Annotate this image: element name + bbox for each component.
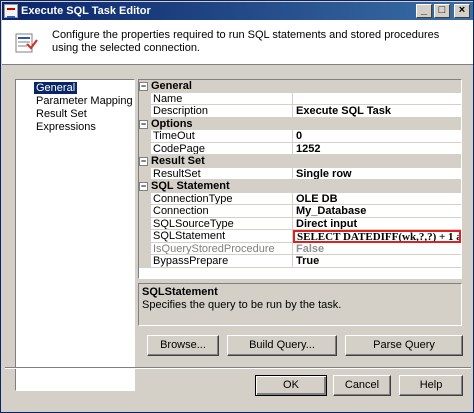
property-row-connectiontype[interactable]: ConnectionType OLE DB: [139, 192, 461, 205]
property-name: Connection: [151, 205, 293, 218]
nav-item-label: Expressions: [36, 121, 96, 133]
property-row-isquerystoredprocedure: IsQueryStoredProcedure False: [139, 242, 461, 255]
property-value[interactable]: [293, 93, 461, 105]
property-value[interactable]: OLE DB: [293, 193, 461, 205]
property-row-description[interactable]: Description Execute SQL Task: [139, 105, 461, 118]
category-options[interactable]: − Options: [139, 117, 461, 130]
nav-item-expressions[interactable]: Expressions: [16, 121, 134, 134]
category-label: Result Set: [151, 155, 205, 167]
property-name: ResultSet: [151, 167, 293, 180]
property-row-resultset[interactable]: ResultSet Single row: [139, 167, 461, 180]
collapse-icon[interactable]: −: [139, 82, 148, 91]
property-value[interactable]: Single row: [293, 168, 461, 180]
category-label: SQL Statement: [151, 180, 230, 192]
property-row-codepage[interactable]: CodePage 1252: [139, 142, 461, 155]
property-value[interactable]: 0: [293, 130, 461, 143]
property-name: SQLStatement: [151, 230, 293, 243]
nav-item-result-set[interactable]: Result Set: [16, 108, 134, 121]
property-name: BypassPrepare: [151, 255, 293, 268]
property-name: TimeOut: [151, 130, 293, 143]
category-label: General: [151, 80, 192, 92]
minimize-button[interactable]: _: [416, 4, 432, 18]
property-name: CodePage: [151, 142, 293, 155]
property-name: SQLSourceType: [151, 217, 293, 230]
property-value[interactable]: My_Database: [293, 205, 461, 218]
ok-button[interactable]: OK: [255, 375, 327, 396]
collapse-icon[interactable]: −: [139, 119, 148, 129]
task-editor-icon: [15, 33, 38, 53]
collapse-icon[interactable]: −: [139, 157, 148, 166]
property-name: Description: [151, 105, 293, 118]
description-title: SQLStatement: [142, 286, 218, 298]
category-sql-statement[interactable]: − SQL Statement: [139, 180, 461, 193]
property-name: IsQueryStoredProcedure: [151, 242, 293, 255]
property-value[interactable]: 1252: [293, 143, 461, 155]
nav-item-parameter-mapping[interactable]: Parameter Mapping: [16, 95, 134, 108]
page-navigation-list[interactable]: General Parameter Mapping Result Set Exp…: [15, 79, 135, 391]
property-row-bypassprepare[interactable]: BypassPrepare True: [139, 255, 461, 268]
property-row-timeout[interactable]: TimeOut 0: [139, 130, 461, 143]
nav-item-general[interactable]: General: [16, 82, 134, 95]
parse-query-button[interactable]: Parse Query: [345, 335, 463, 356]
property-row-sqlsourcetype[interactable]: SQLSourceType Direct input: [139, 217, 461, 230]
header-description: Configure the properties required to run…: [52, 29, 440, 54]
nav-item-label: Result Set: [36, 108, 87, 120]
browse-button[interactable]: Browse...: [147, 335, 219, 356]
property-value[interactable]: Direct input: [293, 218, 461, 230]
maximize-button[interactable]: □: [434, 4, 450, 18]
collapse-icon[interactable]: −: [139, 182, 148, 191]
description-text: Specifies the query to be run by the tas…: [142, 299, 342, 311]
separator: [5, 367, 471, 369]
category-general[interactable]: − General: [139, 80, 461, 93]
property-row-sqlstatement[interactable]: SQLStatement SELECT DATEDIFF(wk,?,?) + 1…: [139, 230, 461, 243]
property-row-name[interactable]: Name: [139, 92, 461, 105]
property-name: Name: [151, 92, 293, 105]
nav-item-label: Parameter Mapping: [36, 95, 133, 107]
property-value: False: [293, 243, 461, 255]
sql-task-icon: [4, 4, 18, 18]
property-name: ConnectionType: [151, 192, 293, 205]
help-button[interactable]: Help: [399, 375, 463, 396]
category-label: Options: [151, 117, 193, 130]
cancel-button[interactable]: Cancel: [333, 375, 391, 396]
property-value[interactable]: True: [293, 255, 461, 268]
nav-item-label: General: [34, 82, 78, 94]
property-description-panel: SQLStatement Specifies the query to be r…: [138, 283, 462, 326]
window-title: Execute SQL Task Editor: [21, 5, 151, 17]
build-query-button[interactable]: Build Query...: [227, 335, 337, 356]
property-row-connection[interactable]: Connection My_Database: [139, 205, 461, 218]
title-bar[interactable]: Execute SQL Task Editor _ □ ×: [2, 2, 473, 20]
sql-statement-value[interactable]: SELECT DATEDIFF(wk,?,?) + 1 as Num: [293, 230, 461, 243]
category-result-set[interactable]: − Result Set: [139, 155, 461, 168]
property-grid[interactable]: − General Name Description Execute SQL T…: [138, 79, 462, 279]
property-value[interactable]: Execute SQL Task: [293, 105, 461, 118]
close-button[interactable]: ×: [454, 4, 470, 18]
execute-sql-task-editor-window: Execute SQL Task Editor _ □ × Configure …: [0, 0, 474, 413]
header-panel: Configure the properties required to run…: [2, 20, 473, 65]
